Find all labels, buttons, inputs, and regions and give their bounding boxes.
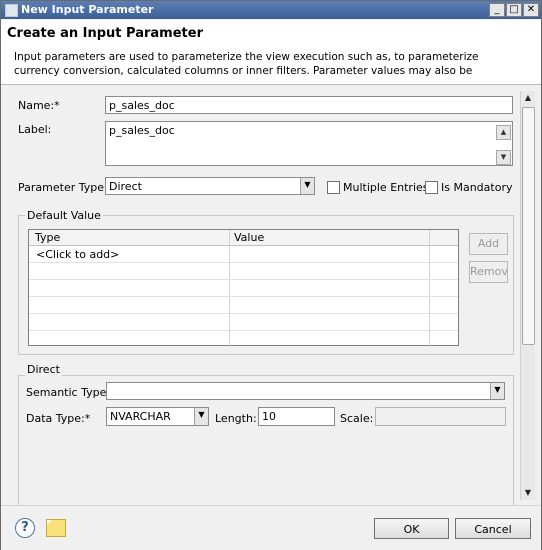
length-label: Length: [215, 412, 257, 425]
ok-button[interactable]: OK [374, 518, 449, 539]
dialog-footer: ? OK Cancel [1, 505, 541, 550]
dialog-description: Input parameters are used to parameteriz… [14, 51, 479, 77]
direct-title: Direct [25, 363, 62, 376]
row-divider [29, 330, 458, 331]
semantic-type-select[interactable]: ▼ [106, 382, 505, 400]
label-label: Label: [18, 123, 52, 136]
scale-label: Scale: [340, 412, 374, 425]
dialog-window: New Input Parameter _ □ ✕ Create an Inpu… [0, 0, 542, 550]
is-mandatory-label: Is Mandatory [441, 181, 513, 194]
app-icon [5, 4, 18, 17]
help-icon[interactable]: ? [15, 518, 35, 538]
parameter-type-select[interactable]: Direct ▼ [105, 177, 315, 195]
row-divider [29, 262, 458, 263]
table-header: Type Value [29, 230, 458, 246]
dropdown-arrow-icon[interactable]: ▼ [194, 408, 208, 425]
window-title: New Input Parameter [21, 3, 154, 16]
add-button[interactable]: Add [469, 233, 508, 255]
column-divider [429, 230, 430, 346]
minimize-button[interactable]: _ [489, 3, 505, 17]
row-divider [29, 296, 458, 297]
cancel-button[interactable]: Cancel [455, 518, 531, 539]
dialog-heading: Create an Input Parameter [7, 26, 203, 41]
vertical-scrollbar[interactable]: ▲ ▼ [520, 91, 535, 500]
length-field[interactable]: 10 [258, 407, 335, 426]
column-divider [229, 230, 230, 346]
name-label: Name:* [18, 99, 60, 112]
row-divider [29, 279, 458, 280]
dropdown-arrow-icon[interactable]: ▼ [490, 383, 504, 399]
form-content: Name:* p_sales_doc Label: p_sales_doc ▲ … [1, 85, 541, 506]
data-type-select[interactable]: NVARCHAR ▼ [106, 407, 209, 426]
parameter-type-value: Direct [109, 180, 142, 193]
column-header-type[interactable]: Type [35, 231, 60, 244]
scroll-up-icon[interactable]: ▲ [521, 91, 535, 105]
scrollbar-thumb[interactable] [522, 107, 535, 345]
title-bar: New Input Parameter _ □ ✕ [1, 1, 541, 19]
multiple-entries-checkbox[interactable] [327, 181, 340, 194]
click-to-add-row[interactable]: <Click to add> [36, 248, 119, 261]
scale-field[interactable] [375, 407, 506, 426]
column-header-value[interactable]: Value [234, 231, 264, 244]
parameter-type-label: Parameter Type: [18, 181, 108, 194]
default-value-table: Type Value <Click to add> [28, 229, 459, 346]
dialog-header: Create an Input Parameter Input paramete… [1, 20, 541, 85]
label-textarea[interactable]: p_sales_doc ▲ ▼ [105, 121, 513, 166]
scroll-down-icon[interactable]: ▼ [496, 150, 511, 165]
name-field[interactable]: p_sales_doc [105, 96, 513, 114]
default-value-title: Default Value [25, 209, 103, 222]
is-mandatory-checkbox[interactable] [425, 181, 438, 194]
dropdown-arrow-icon[interactable]: ▼ [300, 178, 314, 194]
data-type-label: Data Type:* [26, 412, 91, 425]
remove-button[interactable]: Remove [469, 261, 508, 283]
note-icon[interactable] [46, 519, 66, 537]
multiple-entries-label: Multiple Entries [343, 181, 429, 194]
scroll-up-icon[interactable]: ▲ [496, 125, 511, 140]
row-divider [29, 313, 458, 314]
close-button[interactable]: ✕ [523, 3, 539, 17]
scroll-down-icon[interactable]: ▼ [521, 486, 535, 500]
maximize-button[interactable]: □ [506, 3, 522, 17]
semantic-type-label: Semantic Type: [26, 386, 111, 399]
label-textarea-value: p_sales_doc [109, 124, 175, 137]
data-type-value: NVARCHAR [110, 410, 171, 423]
